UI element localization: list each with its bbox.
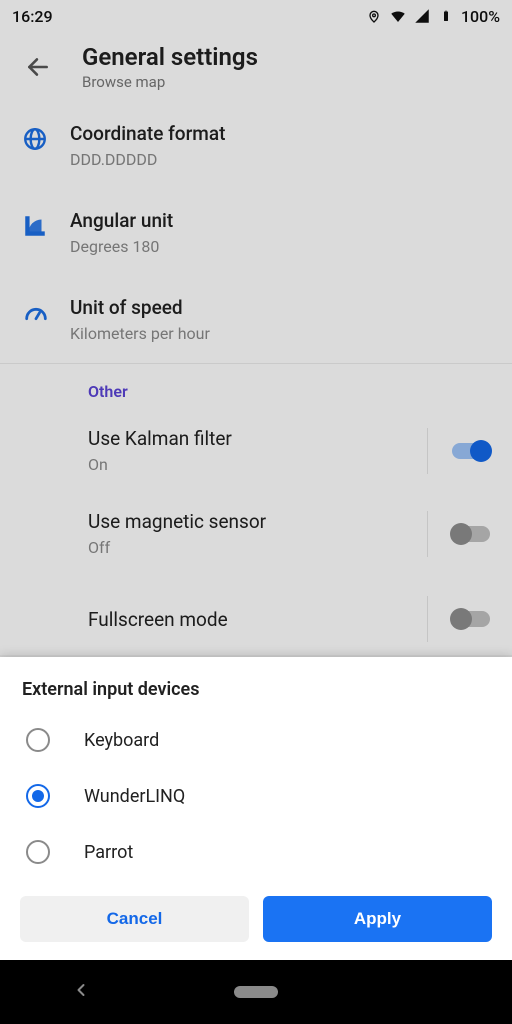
row-coordinate-format[interactable]: Coordinate format DDD.DDDDD [0, 102, 512, 189]
fullscreen-switch[interactable] [427, 596, 490, 642]
row-title: Angular unit [70, 209, 173, 232]
row-unit-of-speed[interactable]: Unit of speed Kilometers per hour [0, 276, 512, 363]
location-icon [365, 7, 383, 25]
row-magnetic-sensor[interactable]: Use magnetic sensor Off [0, 492, 512, 575]
page-title: General settings [82, 43, 258, 71]
battery-percent: 100% [461, 7, 500, 26]
row-value: Degrees 180 [70, 237, 173, 256]
row-angular-unit[interactable]: Angular unit Degrees 180 [0, 189, 512, 276]
settings-list: Coordinate format DDD.DDDDD Angular unit… [0, 102, 512, 655]
option-wunderlinq[interactable]: WunderLINQ [0, 768, 512, 824]
cell-signal-icon [413, 7, 431, 25]
radio-icon [26, 840, 50, 864]
option-label: Parrot [84, 842, 133, 863]
option-keyboard[interactable]: Keyboard [0, 712, 512, 768]
gauge-icon [22, 300, 70, 328]
row-fullscreen-mode[interactable]: Fullscreen mode [0, 575, 512, 655]
external-input-dialog: External input devices Keyboard WunderLI… [0, 657, 512, 960]
section-other: Other [0, 364, 512, 409]
dialog-title: External input devices [0, 657, 512, 712]
dialog-actions: Cancel Apply [0, 880, 512, 960]
status-time: 16:29 [12, 7, 53, 26]
row-title: Coordinate format [70, 122, 225, 145]
option-label: Keyboard [84, 730, 159, 751]
row-title: Unit of speed [70, 296, 210, 319]
status-icons: 100% [365, 7, 500, 26]
page-subtitle: Browse map [82, 73, 258, 91]
option-parrot[interactable]: Parrot [0, 824, 512, 880]
radio-icon [26, 784, 50, 808]
app-bar: General settings Browse map [0, 32, 512, 102]
row-value: On [88, 455, 232, 474]
apply-button[interactable]: Apply [263, 896, 492, 942]
row-value: Kilometers per hour [70, 324, 210, 343]
battery-icon [437, 7, 455, 25]
row-kalman-filter[interactable]: Use Kalman filter On [0, 409, 512, 492]
globe-icon [22, 126, 70, 152]
appbar-titles: General settings Browse map [82, 43, 258, 91]
angle-icon [22, 213, 70, 239]
row-title: Use magnetic sensor [88, 510, 266, 533]
row-value: Off [88, 538, 266, 557]
wifi-icon [389, 7, 407, 25]
nav-back-button[interactable] [71, 980, 91, 1004]
nav-home-pill[interactable] [234, 986, 278, 998]
android-navbar [0, 960, 512, 1024]
back-button[interactable] [22, 51, 54, 83]
cancel-button[interactable]: Cancel [20, 896, 249, 942]
row-value: DDD.DDDDD [70, 150, 225, 169]
status-bar: 16:29 100% [0, 0, 512, 32]
row-title: Use Kalman filter [88, 427, 232, 450]
option-label: WunderLINQ [84, 786, 185, 807]
kalman-switch[interactable] [427, 428, 490, 474]
radio-icon [26, 728, 50, 752]
magnetic-switch[interactable] [427, 511, 490, 557]
row-title: Fullscreen mode [88, 608, 228, 631]
